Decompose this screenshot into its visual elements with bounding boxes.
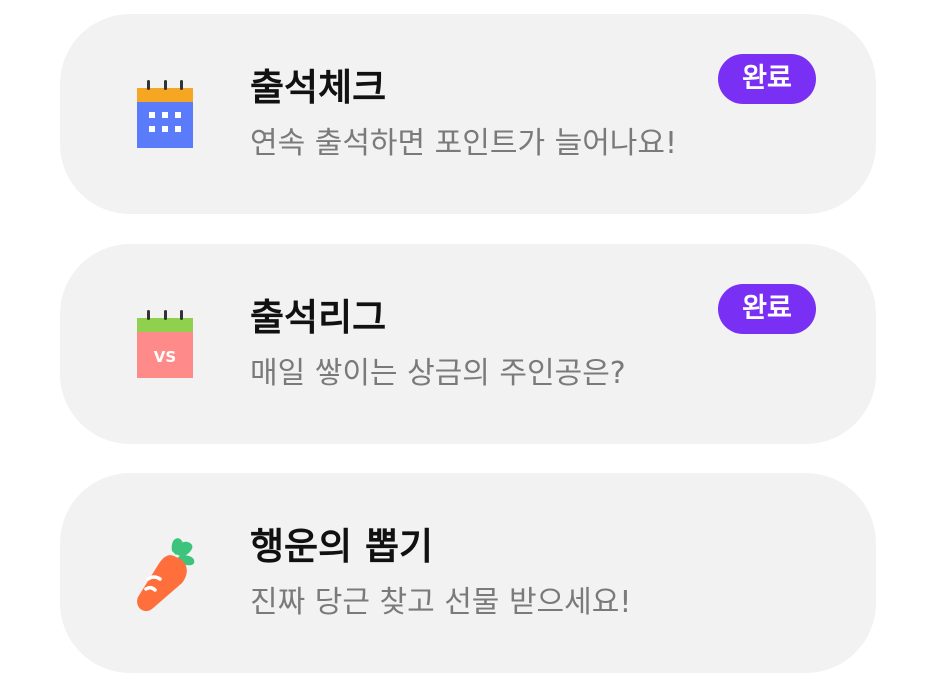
carrot-icon	[132, 535, 202, 615]
card-subtitle: 진짜 당근 찾고 선물 받으세요!	[250, 585, 632, 620]
attendance-league-card[interactable]: VS 출석리그 매일 쌓이는 상금의 주인공은? 완료	[60, 244, 876, 444]
card-subtitle: 매일 쌓이는 상금의 주인공은?	[250, 356, 626, 391]
card-subtitle: 연속 출석하면 포인트가 늘어나요!	[250, 126, 678, 161]
attendance-check-card[interactable]: 출석체크 연속 출석하면 포인트가 늘어나요! 완료	[60, 14, 876, 214]
completed-badge: 완료	[718, 284, 816, 334]
card-title: 출석리그	[250, 296, 387, 339]
completed-badge: 완료	[718, 54, 816, 104]
calendar-icon	[132, 76, 202, 156]
svg-text:VS: VS	[154, 348, 176, 366]
lucky-draw-card[interactable]: 행운의 뽑기 진짜 당근 찾고 선물 받으세요!	[60, 473, 876, 673]
calendar-vs-icon: VS	[132, 306, 202, 386]
card-title: 출석체크	[250, 66, 387, 109]
event-list: 출석체크 연속 출석하면 포인트가 늘어나요! 완료 VS 출석리그 매일 쌓이…	[0, 0, 936, 682]
card-title: 행운의 뽑기	[250, 525, 434, 568]
